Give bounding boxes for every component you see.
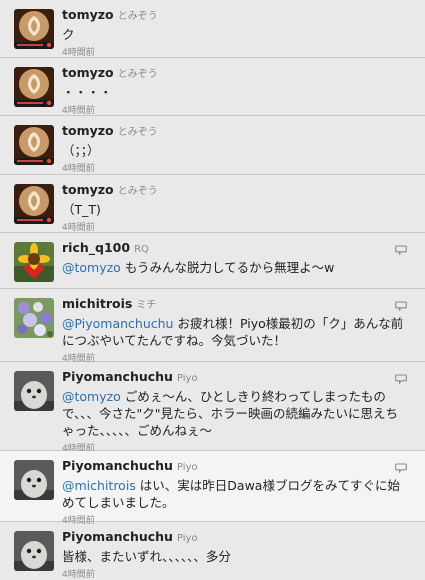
avatar[interactable]: [14, 371, 54, 411]
timestamp[interactable]: 4時間前: [62, 161, 409, 174]
tweet-text: （T_T): [62, 201, 409, 218]
mention-link[interactable]: @tomyzo: [62, 389, 121, 404]
avatar[interactable]: [14, 460, 54, 500]
reply-icon[interactable]: [395, 463, 407, 473]
avatar[interactable]: [14, 298, 54, 338]
tweet-item[interactable]: Piyomanchuchu Piyo @michitrois はい、実は昨日Daw…: [0, 451, 425, 526]
tweet-text: ・・・・: [62, 84, 409, 101]
timestamp[interactable]: 4時間前: [62, 103, 409, 116]
display-name: とみぞう: [117, 186, 158, 197]
tweet-item[interactable]: rich_q100 RQ @tomyzo もうみんな脱力してるから無理よ〜w: [0, 233, 425, 289]
screen-name[interactable]: tomyzo: [62, 7, 114, 22]
tweet-body: ク: [62, 27, 75, 42]
tweet-item[interactable]: tomyzo とみぞう （；；） 4時間前: [0, 116, 425, 175]
tweet-text: ク: [62, 26, 409, 43]
mention-link[interactable]: @tomyzo: [62, 260, 121, 275]
display-name: Piyo: [176, 533, 198, 544]
mention-link[interactable]: @Piyomanchuchu: [62, 316, 173, 331]
latte-art-avatar: [14, 67, 54, 107]
latte-art-avatar: [14, 184, 54, 224]
display-name: とみぞう: [117, 11, 158, 22]
reply-icon[interactable]: [395, 245, 407, 255]
mention-link[interactable]: @michitrois: [62, 478, 136, 493]
seal-pup-avatar: [14, 460, 54, 500]
tweet-text: @tomyzo もうみんな脱力してるから無理よ〜w: [62, 259, 409, 276]
tweet-body: もうみんな脱力してるから無理よ〜w: [120, 260, 335, 275]
tweet-item[interactable]: michitrois ミチ @Piyomanchuchu お疲れ様！Piyo様最初…: [0, 289, 425, 364]
tweet-item[interactable]: Piyomanchuchu Piyo @tomyzo ごめぇ〜ん、ひとしきり終わっ…: [0, 362, 425, 454]
screen-name[interactable]: rich_q100: [62, 240, 130, 255]
flowers-avatar: [14, 298, 54, 338]
display-name: ミチ: [136, 300, 157, 311]
screen-name[interactable]: tomyzo: [62, 182, 114, 197]
tweet-body: （T_T): [62, 202, 101, 217]
display-name: とみぞう: [117, 127, 158, 138]
latte-art-avatar: [14, 9, 54, 49]
tweet-item[interactable]: tomyzo とみぞう （T_T) 4時間前: [0, 175, 425, 233]
timestamp[interactable]: 4時間前: [62, 567, 409, 580]
reply-icon[interactable]: [395, 301, 407, 311]
avatar[interactable]: [14, 125, 54, 165]
screen-name[interactable]: tomyzo: [62, 65, 114, 80]
avatar[interactable]: [14, 67, 54, 107]
seal-pup-avatar: [14, 531, 54, 571]
latte-art-avatar: [14, 125, 54, 165]
tweet-body: ・・・・: [62, 85, 113, 100]
tweet-item[interactable]: Piyomanchuchu Piyo 皆様、またいずれ、、、、、、多分 4時間前: [0, 522, 425, 580]
display-name: とみぞう: [117, 69, 158, 80]
timeline: tomyzoとみぞう ク 4時間前 tomyzoとみぞう ・・・・ 4時間前: [0, 0, 425, 580]
display-name: Piyo: [176, 373, 198, 384]
tweet-text: （；；）: [62, 142, 409, 159]
screen-name[interactable]: Piyomanchuchu: [62, 458, 173, 473]
tweet-body: （；；）: [62, 143, 100, 158]
avatar[interactable]: [14, 9, 54, 49]
seal-pup-avatar: [14, 371, 54, 411]
screen-name[interactable]: tomyzo: [62, 123, 114, 138]
tweet-item[interactable]: tomyzo とみぞう ・・・・ 4時間前: [0, 58, 425, 116]
timestamp[interactable]: 4時間前: [62, 220, 409, 233]
tweet-text: @tomyzo ごめぇ〜ん、ひとしきり終わってしまったもので、、、今さた"ク"見…: [62, 388, 409, 439]
tweet-body: 皆様、またいずれ、、、、、、多分: [62, 549, 231, 564]
avatar[interactable]: [14, 531, 54, 571]
tweet-item[interactable]: tomyzo とみぞう ク 4時間前: [0, 0, 425, 58]
avatar[interactable]: [14, 242, 54, 282]
display-name: RQ: [134, 244, 149, 255]
display-name: Piyo: [176, 462, 198, 473]
sunflower-heart-avatar: [14, 242, 54, 282]
tweet-text: @michitrois はい、実は昨日Dawa様ブログをみてすぐに始めてしまいま…: [62, 477, 409, 511]
timestamp[interactable]: 4時間前: [62, 45, 409, 58]
reply-icon[interactable]: [395, 374, 407, 384]
tweet-text: @Piyomanchuchu お疲れ様！Piyo様最初の「ク」あんな前につぶやい…: [62, 315, 409, 349]
screen-name[interactable]: michitrois: [62, 296, 132, 311]
tweet-text: 皆様、またいずれ、、、、、、多分: [62, 548, 409, 565]
screen-name[interactable]: Piyomanchuchu: [62, 369, 173, 384]
avatar[interactable]: [14, 184, 54, 224]
screen-name[interactable]: Piyomanchuchu: [62, 529, 173, 544]
